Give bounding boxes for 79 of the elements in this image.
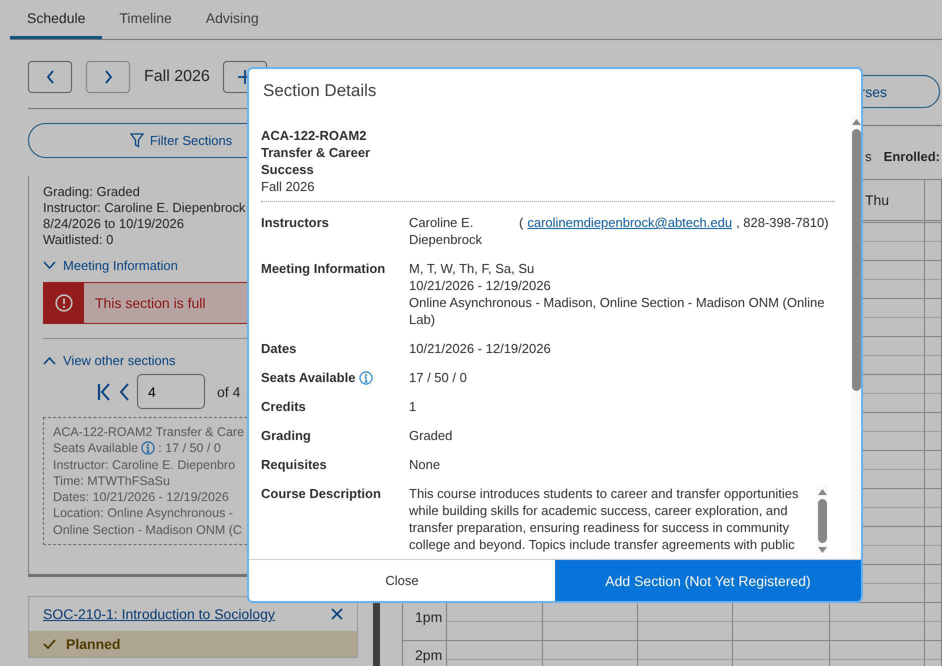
chevron-up-icon [43,356,56,365]
other-sections-toggle[interactable]: View other sections [43,353,176,368]
previous-term-button[interactable] [28,60,72,92]
calendar-cell [925,565,942,603]
chevron-right-icon [104,70,112,84]
info-icon[interactable] [141,441,156,456]
instructor-name: Caroline E. Diepenbrock [409,214,483,248]
field-label: Requisites [261,456,327,473]
calendar-cell [925,261,942,299]
calendar-cell [925,413,942,451]
preview-line: Seats Available [53,440,138,457]
calendar-cell [925,337,942,375]
field-value: 1 [409,398,418,415]
tab[interactable]: Timeline [102,0,189,39]
email-link[interactable]: carolinemdiepenbrock@abtech.edu [527,214,732,248]
add-section-button[interactable]: Add Section (Not Yet Registered) [555,560,861,601]
term-label: Fall 2026 [144,68,210,86]
scroll-up-icon[interactable] [818,489,826,495]
info-icon[interactable] [359,370,374,384]
paren-text: ( [519,214,524,232]
field-value: 10/21/2026 - 12/19/2026 [409,340,552,357]
tab[interactable]: Schedule [10,0,102,39]
field-value: 17 / 50 / 0 [409,369,468,386]
field-label: Instructors [261,214,329,231]
course-detail: Grading: Graded [43,184,140,200]
tab[interactable]: Advising [188,0,276,39]
preview-line: Location: Online Asynchronous - [53,505,233,522]
calendar-cell [925,603,942,641]
field-value: None [409,456,442,473]
course-term: Fall 2026 [261,178,316,195]
next-term-button[interactable] [86,60,130,92]
field-label: Course Description [261,485,381,502]
summary-label: s [865,149,872,166]
chevron-down-icon [43,261,56,270]
calendar-cell [925,527,942,565]
summary-label: Enrolled: [884,149,940,166]
course-detail: 8/24/2026 to 10/19/2026 [43,216,184,232]
filter-icon [130,133,144,148]
previous-page-icon[interactable] [119,382,129,400]
scroll-thumb[interactable] [852,129,860,391]
field-label: Grading [261,427,311,444]
course-link[interactable]: SOC-210-1: Introduction to Sociology [43,606,275,622]
field-value: Online Asynchronous - Madison, Online Section - Madison ONM (Online Lab) [409,294,826,328]
chevron-left-icon [46,70,54,84]
close-icon[interactable] [331,608,343,620]
field-label: Seats Available [261,369,356,386]
page-input[interactable]: 4 [137,374,205,409]
preview-line: Dates: 10/21/2026 - 12/19/2026 [53,489,229,506]
first-page-icon[interactable] [97,382,111,400]
preview-line: Time: MTWThFSaSu [53,472,170,490]
course-detail: Waitlisted: 0 [43,232,114,248]
field-value: 10/21/2026 - 12/19/2026 [409,277,552,294]
meeting-toggle[interactable]: Meeting Information [43,258,178,273]
calendar-cell [925,451,942,489]
field-value: Graded [409,427,454,444]
calendar-cell [925,375,942,413]
page-total: of 4 [217,384,240,400]
calendar-cell [925,299,942,337]
calendar-cell [925,489,942,527]
scrollbar[interactable] [851,115,861,559]
check-icon [43,639,56,649]
preview-line: ACA-122-ROAM2 Transfer & Care [53,424,244,440]
scrollbar[interactable] [816,485,828,553]
alert-icon [55,294,73,312]
preview-line: Online Section - Madison ONM (C [53,522,242,538]
field-label: Credits [261,398,306,415]
scroll-thumb[interactable] [818,499,826,543]
field-label: Meeting Information [261,260,386,277]
preview-line: : 17 / 50 / 0 [158,440,221,457]
field-label: Dates [261,340,296,357]
field-value: M, T, W, Th, F, Sa, Su [409,260,536,277]
status-text: Planned [66,636,120,652]
preview-line: Instructor: Caroline E. Diepenbro [53,456,236,473]
description-text: This course introduces students to career and transfer opportunities while building skills for academic success, career exploration, and transfer preparation, ensuring readiness for success in community college and beyond. Topics include transfer agreements with public [409,485,800,553]
scroll-down-icon[interactable] [818,547,826,553]
calendar-cell [925,223,942,261]
phone-text: , 828-398-7810) [736,214,829,232]
dialog-title: Section Details [262,80,378,102]
course-detail: Instructor: Caroline E. Diepenbrock [43,200,246,216]
